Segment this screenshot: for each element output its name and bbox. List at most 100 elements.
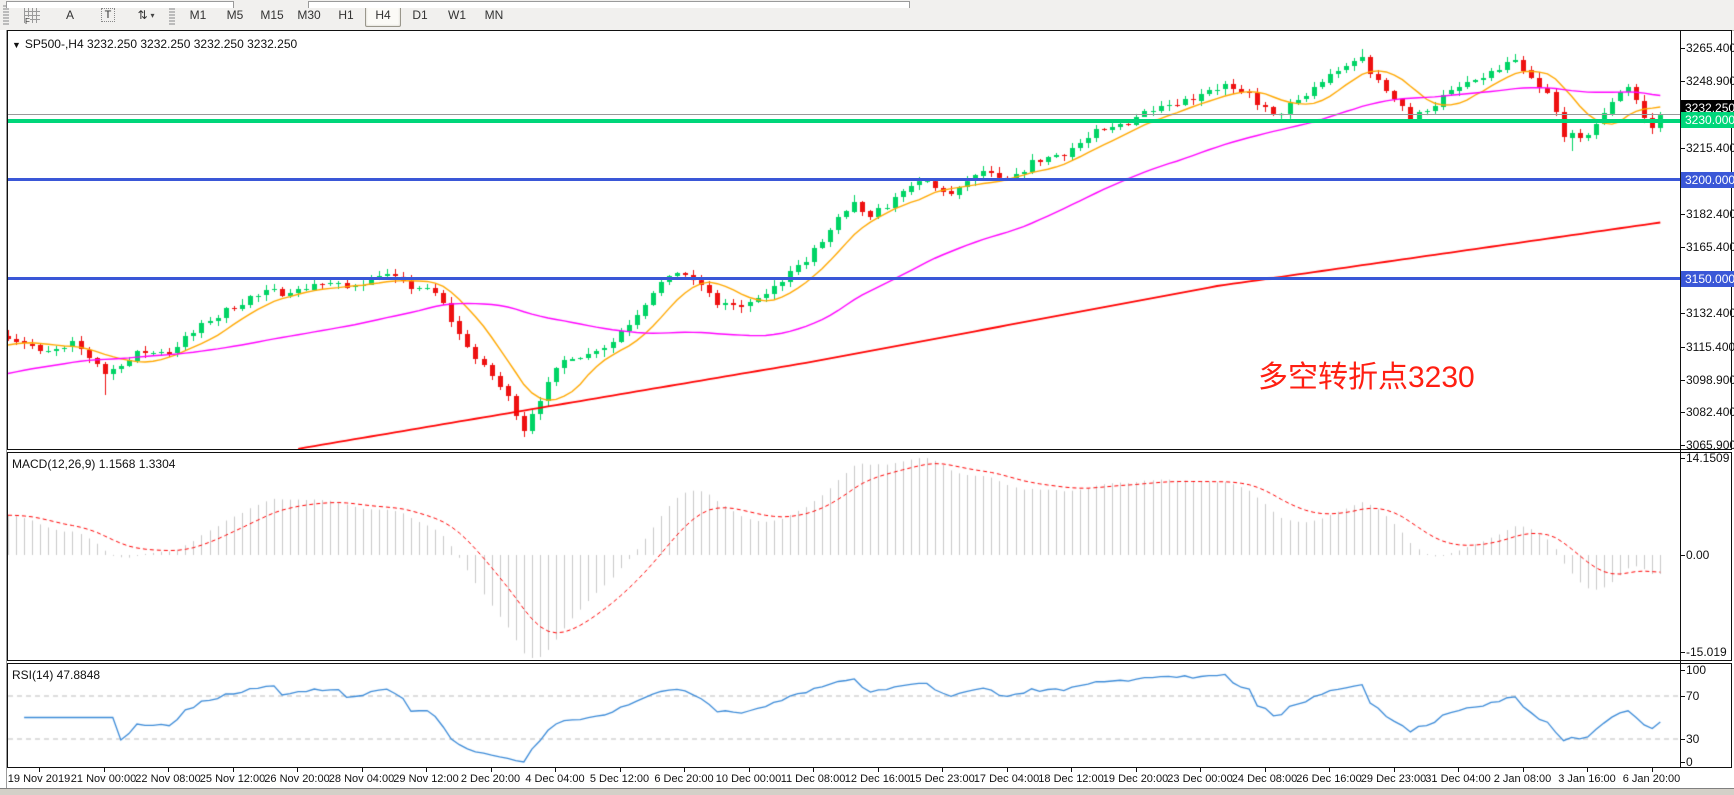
macd-tick-dash <box>1680 458 1685 459</box>
price-line-3200[interactable] <box>8 178 1680 181</box>
price-axis-line[interactable] <box>1680 30 1681 768</box>
price-badge: 3230.000 <box>1681 112 1734 128</box>
date-tick <box>1394 768 1395 772</box>
rsi-tick-dash <box>1680 670 1685 671</box>
date-tick <box>104 768 105 772</box>
price-line-3230[interactable] <box>8 119 1680 123</box>
date-label: 6 Dec 20:00 <box>654 773 713 785</box>
date-label: 5 Dec 12:00 <box>590 773 649 785</box>
arrows-icon: ⇅ <box>137 8 147 22</box>
price-tick-dash <box>1680 214 1685 215</box>
price-tick-dash <box>1680 48 1685 49</box>
date-label: 28 Nov 04:00 <box>329 773 394 785</box>
date-label: 15 Dec 23:00 <box>909 773 974 785</box>
price-tick-label: 3065.900 <box>1686 438 1734 452</box>
macd-tick-dash <box>1680 652 1685 653</box>
price-tick-dash <box>1680 148 1685 149</box>
date-label: 10 Dec 00:00 <box>716 773 781 785</box>
date-label: 17 Dec 04:00 <box>974 773 1039 785</box>
date-tick <box>749 768 750 772</box>
toolbar-grip-2[interactable] <box>169 5 175 25</box>
macd-tick-label: -15.019 <box>1686 645 1727 659</box>
date-tick <box>684 768 685 772</box>
date-label: 3 Jan 16:00 <box>1558 773 1616 785</box>
price-tick-label: 3248.900 <box>1686 74 1734 88</box>
date-label: 12 Dec 16:00 <box>845 773 910 785</box>
date-tick <box>1136 768 1137 772</box>
date-tick <box>1458 768 1459 772</box>
chart-title: ▼SP500-,H4 3232.250 3232.250 3232.250 32… <box>12 37 297 51</box>
rsi-tick-dash <box>1680 696 1685 697</box>
rsi-tick-label: 30 <box>1686 732 1699 746</box>
rsi-label: RSI(14) 47.8848 <box>12 668 100 682</box>
price-tick-label: 3132.400 <box>1686 306 1734 320</box>
annotation-text: 多空转折点3230 <box>1258 352 1475 396</box>
date-label: 24 Dec 08:00 <box>1232 773 1297 785</box>
price-tick-label: 3098.900 <box>1686 373 1734 387</box>
price-tick-label: 3182.400 <box>1686 207 1734 221</box>
date-tick <box>942 768 943 772</box>
macd-indicator[interactable] <box>8 453 1680 660</box>
status-tab[interactable] <box>308 1 910 8</box>
rsi-tick-label: 0 <box>1686 755 1693 769</box>
date-tick <box>1523 768 1524 772</box>
date-tick <box>1200 768 1201 772</box>
current-price-line[interactable] <box>8 114 1680 115</box>
date-tick <box>233 768 234 772</box>
macd-tick-label: 14.1509 <box>1686 451 1729 465</box>
macd-tick-label: 0.00 <box>1686 548 1709 562</box>
date-label: 26 Dec 16:00 <box>1296 773 1361 785</box>
rsi-tick-dash <box>1680 762 1685 763</box>
date-tick <box>1071 768 1072 772</box>
date-tick <box>1265 768 1266 772</box>
date-tick <box>1587 768 1588 772</box>
price-tick-label: 3115.400 <box>1686 340 1734 354</box>
date-label: 21 Nov 00:00 <box>71 773 136 785</box>
date-tick <box>555 768 556 772</box>
date-label: 2 Jan 08:00 <box>1494 773 1552 785</box>
window-left-edge <box>0 30 7 795</box>
rsi-tick-label: 100 <box>1686 663 1706 677</box>
date-tick <box>1329 768 1330 772</box>
date-label: 25 Nov 12:00 <box>200 773 265 785</box>
date-tick <box>878 768 879 772</box>
rsi-indicator[interactable] <box>8 664 1680 767</box>
date-label: 6 Jan 20:00 <box>1623 773 1681 785</box>
date-label: 29 Nov 12:00 <box>393 773 458 785</box>
price-tick-label: 3165.400 <box>1686 240 1734 254</box>
price-tick-label: 3265.400 <box>1686 41 1734 55</box>
status-tab[interactable] <box>6 1 234 8</box>
date-label: 29 Dec 23:00 <box>1361 773 1426 785</box>
timeframe-button-m15[interactable]: M15 <box>254 3 290 27</box>
date-tick <box>168 768 169 772</box>
date-label: 18 Dec 12:00 <box>1038 773 1103 785</box>
rsi-tick-dash <box>1680 739 1685 740</box>
date-label: 22 Nov 08:00 <box>135 773 200 785</box>
rsi-tick-label: 70 <box>1686 689 1699 703</box>
price-tick-dash <box>1680 380 1685 381</box>
collapse-triangle-icon[interactable]: ▼ <box>12 40 21 50</box>
date-label: 23 Dec 00:00 <box>1167 773 1232 785</box>
price-tick-dash <box>1680 313 1685 314</box>
date-label: 2 Dec 20:00 <box>461 773 520 785</box>
date-label: 31 Dec 04:00 <box>1425 773 1490 785</box>
date-tick <box>813 768 814 772</box>
date-label: 19 Dec 20:00 <box>1103 773 1168 785</box>
price-tick-label: 3082.400 <box>1686 405 1734 419</box>
date-tick <box>426 768 427 772</box>
date-label: 11 Dec 08:00 <box>781 773 846 785</box>
price-tick-dash <box>1680 247 1685 248</box>
price-line-3150[interactable] <box>8 277 1680 280</box>
price-tick-dash <box>1680 81 1685 82</box>
price-tick-dash <box>1680 347 1685 348</box>
toolbar-grip[interactable] <box>3 5 9 25</box>
date-tick <box>297 768 298 772</box>
chevron-down-icon[interactable]: ▾ <box>151 11 155 20</box>
price-tick-dash <box>1680 445 1685 446</box>
price-tick-label: 3215.400 <box>1686 141 1734 155</box>
status-bar <box>0 788 1734 795</box>
date-tick <box>39 768 40 772</box>
macd-label: MACD(12,26,9) 1.1568 1.3304 <box>12 457 175 471</box>
macd-tick-dash <box>1680 555 1685 556</box>
price-tick-dash <box>1680 412 1685 413</box>
